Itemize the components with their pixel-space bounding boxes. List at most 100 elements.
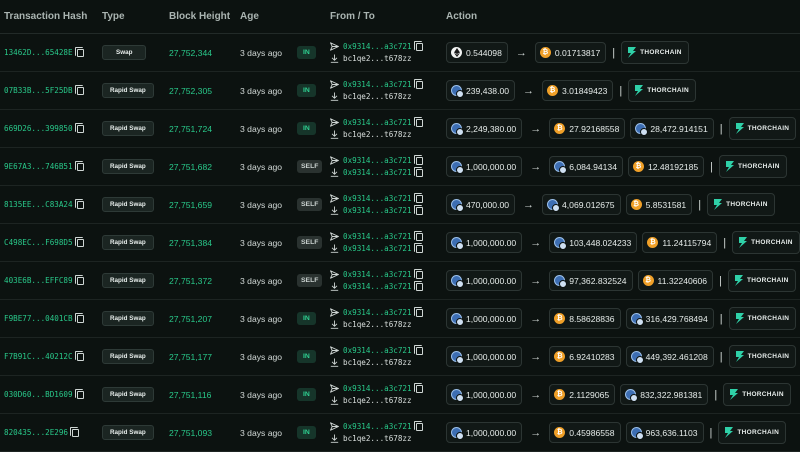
thorchain-badge[interactable]: THORCHAIN xyxy=(621,41,689,64)
asset-amount[interactable]: ₿ 0.45986558 xyxy=(549,422,621,443)
asset-amount[interactable]: 1,000,000.00 xyxy=(446,270,523,291)
asset-amount[interactable]: 1,000,000.00 xyxy=(446,308,523,329)
copy-icon[interactable] xyxy=(413,40,423,51)
to-address-link[interactable]: bc1qe2...t678zz xyxy=(343,320,412,329)
from-address-link[interactable]: 0x9314...a3c721 xyxy=(343,384,412,393)
copy-icon[interactable] xyxy=(413,420,423,431)
to-address-link[interactable]: bc1qe2...t678zz xyxy=(343,130,412,139)
tx-hash-link[interactable]: 030D60...BD1609 xyxy=(4,390,73,399)
copy-icon[interactable] xyxy=(74,236,84,247)
to-address-link[interactable]: 0x9314...a3c721 xyxy=(343,206,412,215)
asset-amount[interactable]: ₿ 11.32240606 xyxy=(637,270,714,291)
block-height-link[interactable]: 27,751,372 xyxy=(169,276,212,286)
copy-icon[interactable] xyxy=(413,306,423,317)
from-address-link[interactable]: 0x9314...a3c721 xyxy=(343,308,412,317)
copy-icon[interactable] xyxy=(413,344,423,355)
copy-icon[interactable] xyxy=(413,154,423,165)
tx-hash-link[interactable]: 669D26...399850 xyxy=(4,124,73,133)
copy-icon[interactable] xyxy=(413,204,423,215)
thorchain-badge[interactable]: THORCHAIN xyxy=(732,231,800,254)
tx-hash-link[interactable]: F9BE77...0401CB xyxy=(4,314,73,323)
asset-amount[interactable]: 470,000.00 xyxy=(446,194,516,215)
to-address-link[interactable]: bc1qe2...t678zz xyxy=(343,396,412,405)
asset-amount[interactable]: 316,429.768494 xyxy=(625,308,714,329)
thorchain-badge[interactable]: THORCHAIN xyxy=(723,383,791,406)
copy-icon[interactable] xyxy=(413,166,423,177)
from-address-link[interactable]: 0x9314...a3c721 xyxy=(343,194,412,203)
tx-hash-link[interactable]: 9E67A3...746B51 xyxy=(4,162,73,171)
copy-icon[interactable] xyxy=(74,46,84,57)
to-address-link[interactable]: bc1qe2...t678zz xyxy=(343,92,412,101)
asset-amount[interactable]: 6,084.94134 xyxy=(549,156,623,177)
asset-amount[interactable]: 4,069.012675 xyxy=(542,194,621,215)
asset-amount[interactable]: 2,249,380.00 xyxy=(446,118,523,139)
from-address-link[interactable]: 0x9314...a3c721 xyxy=(343,80,412,89)
copy-icon[interactable] xyxy=(70,426,80,437)
copy-icon[interactable] xyxy=(413,280,423,291)
from-address-link[interactable]: 0x9314...a3c721 xyxy=(343,232,412,241)
copy-icon[interactable] xyxy=(74,84,84,95)
from-address-link[interactable]: 0x9314...a3c721 xyxy=(343,270,412,279)
block-height-link[interactable]: 27,751,093 xyxy=(169,428,212,438)
thorchain-badge[interactable]: THORCHAIN xyxy=(719,155,787,178)
from-address-link[interactable]: 0x9314...a3c721 xyxy=(343,422,412,431)
copy-icon[interactable] xyxy=(74,274,84,285)
from-address-link[interactable]: 0x9314...a3c721 xyxy=(343,42,412,51)
block-height-link[interactable]: 27,752,305 xyxy=(169,86,212,96)
asset-amount[interactable]: 1,000,000.00 xyxy=(446,346,523,367)
tx-hash-link[interactable]: F7B91C...40212C xyxy=(4,352,73,361)
copy-icon[interactable] xyxy=(74,312,84,323)
to-address-link[interactable]: bc1qe2...t678zz xyxy=(343,434,412,443)
copy-icon[interactable] xyxy=(413,78,423,89)
from-address-link[interactable]: 0x9314...a3c721 xyxy=(343,118,412,127)
copy-icon[interactable] xyxy=(413,382,423,393)
asset-amount[interactable]: ₿ 8.58628836 xyxy=(549,308,621,329)
copy-icon[interactable] xyxy=(74,198,84,209)
to-address-link[interactable]: bc1qe2...t678zz xyxy=(343,54,412,63)
asset-amount[interactable]: 103,448.024233 xyxy=(549,232,638,253)
copy-icon[interactable] xyxy=(74,160,84,171)
copy-icon[interactable] xyxy=(74,122,84,133)
asset-amount[interactable]: 0.544098 xyxy=(446,42,508,63)
from-address-link[interactable]: 0x9314...a3c721 xyxy=(343,346,412,355)
to-address-link[interactable]: 0x9314...a3c721 xyxy=(343,244,412,253)
tx-hash-link[interactable]: 13462D...65428E xyxy=(4,48,73,57)
tx-hash-link[interactable]: C498EC...F698D5 xyxy=(4,238,73,247)
copy-icon[interactable] xyxy=(74,388,84,399)
asset-amount[interactable]: 832,322.981381 xyxy=(620,384,709,405)
copy-icon[interactable] xyxy=(413,116,423,127)
copy-icon[interactable] xyxy=(413,242,423,253)
tx-hash-link[interactable]: 403E6B...EFFC89 xyxy=(4,276,73,285)
block-height-link[interactable]: 27,751,724 xyxy=(169,124,212,134)
thorchain-badge[interactable]: THORCHAIN xyxy=(728,307,797,330)
tx-hash-link[interactable]: 8135EE...C83A24 xyxy=(4,200,73,209)
asset-amount[interactable]: ₿ 27.92168558 xyxy=(549,118,626,139)
asset-amount[interactable]: 1,000,000.00 xyxy=(446,422,523,443)
asset-amount[interactable]: 1,000,000.00 xyxy=(446,156,523,177)
thorchain-badge[interactable]: THORCHAIN xyxy=(727,269,796,292)
asset-amount[interactable]: 449,392.461208 xyxy=(625,346,714,367)
asset-amount[interactable]: ₿ 3.01849423 xyxy=(542,80,614,101)
tx-hash-link[interactable]: 820435...2E296 xyxy=(4,428,68,437)
block-height-link[interactable]: 27,751,177 xyxy=(169,352,212,362)
thorchain-badge[interactable]: THORCHAIN xyxy=(628,79,696,102)
to-address-link[interactable]: 0x9314...a3c721 xyxy=(343,168,412,177)
block-height-link[interactable]: 27,752,344 xyxy=(169,48,212,58)
copy-icon[interactable] xyxy=(413,192,423,203)
asset-amount[interactable]: ₿ 5.8531581 xyxy=(625,194,693,215)
thorchain-badge[interactable]: THORCHAIN xyxy=(707,193,775,216)
copy-icon[interactable] xyxy=(74,350,84,361)
asset-amount[interactable]: ₿ 12.48192185 xyxy=(627,156,705,177)
from-address-link[interactable]: 0x9314...a3c721 xyxy=(343,156,412,165)
asset-amount[interactable]: 239,438.00 xyxy=(446,80,516,101)
asset-amount[interactable]: 963,636.1103 xyxy=(625,422,704,443)
asset-amount[interactable]: ₿ 2.1129065 xyxy=(549,384,616,405)
thorchain-badge[interactable]: THORCHAIN xyxy=(728,345,797,368)
block-height-link[interactable]: 27,751,384 xyxy=(169,238,212,248)
asset-amount[interactable]: ₿ 11.24115794 xyxy=(642,232,718,253)
asset-amount[interactable]: 28,472.914151 xyxy=(630,118,714,139)
block-height-link[interactable]: 27,751,682 xyxy=(169,162,212,172)
block-height-link[interactable]: 27,751,659 xyxy=(169,200,212,210)
asset-amount[interactable]: 1,000,000.00 xyxy=(446,384,523,405)
to-address-link[interactable]: 0x9314...a3c721 xyxy=(343,282,412,291)
